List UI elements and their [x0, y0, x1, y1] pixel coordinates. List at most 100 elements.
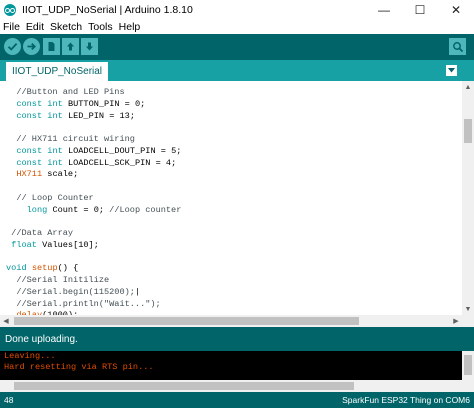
code-line: const int BUTTON_PIN = 0;: [6, 99, 181, 111]
console-line: Leaving...: [4, 351, 56, 361]
code-token: //Loop counter: [109, 204, 182, 215]
code-token: HX711: [16, 169, 43, 180]
scroll-corner: [462, 315, 474, 327]
save-button[interactable]: [81, 38, 98, 55]
scroll-thumb[interactable]: [464, 119, 472, 143]
code-token: const: [16, 110, 43, 121]
close-button[interactable]: ✕: [438, 0, 474, 20]
code-token: int: [47, 110, 63, 121]
new-icon: [48, 42, 55, 51]
code-token: BUTTON_PIN = 0;: [62, 98, 146, 109]
code-line: //Button and LED Pins: [6, 87, 181, 99]
code-token: LOADCELL_SCK_PIN = 4;: [62, 157, 177, 168]
code-token: //Button and LED Pins: [6, 87, 125, 97]
code-token: LED_PIN = 13;: [62, 110, 135, 121]
code-token: () {: [57, 263, 79, 274]
code-token: long: [26, 204, 48, 215]
scroll-thumb[interactable]: [464, 355, 472, 375]
code-line: //Serial Initilize: [6, 275, 181, 287]
code-token: void: [6, 263, 27, 274]
code-token: const: [16, 157, 43, 168]
open-button[interactable]: [62, 38, 79, 55]
toolbar: [0, 34, 474, 60]
arduino-logo-icon: [4, 4, 16, 16]
scroll-up-icon[interactable]: ▲: [462, 81, 474, 93]
code-token: int: [47, 145, 63, 156]
scroll-down-icon[interactable]: ▼: [462, 303, 474, 315]
footer-bar: 48 SparkFun ESP32 Thing on COM6: [0, 392, 474, 408]
code-token: float: [11, 239, 37, 250]
code-token: int: [47, 157, 63, 168]
code-token: //Data Array: [6, 228, 74, 238]
verify-button[interactable]: [4, 38, 21, 55]
code-token: LOADCELL_DOUT_PIN = 5;: [62, 145, 182, 156]
code-token: //Serial.println("Wait...");: [6, 298, 161, 309]
menu-edit[interactable]: Edit: [26, 21, 44, 33]
code-line: //Data Array: [6, 228, 181, 240]
code-token: //Serial Initilize: [6, 275, 110, 285]
menu-help[interactable]: Help: [119, 21, 141, 33]
menu-file[interactable]: File: [3, 21, 20, 33]
code-token: setup: [31, 263, 58, 274]
code-line: float Values[10];: [6, 240, 181, 252]
code-line: const int LOADCELL_DOUT_PIN = 5;: [6, 146, 181, 158]
chevron-down-icon: [448, 68, 455, 73]
window-controls: — ☐ ✕: [366, 0, 474, 20]
code-token: scale;: [42, 169, 79, 180]
code-line: void setup() {: [6, 263, 181, 275]
new-button[interactable]: [43, 38, 60, 55]
code-line: //Serial.println("Wait...");: [6, 299, 181, 311]
scroll-left-icon[interactable]: ◀: [0, 315, 12, 327]
open-icon: [67, 42, 74, 51]
minimize-button[interactable]: —: [366, 0, 402, 20]
tab-sketch[interactable]: IIOT_UDP_NoSerial: [6, 62, 109, 81]
menu-bar: File Edit Sketch Tools Help: [0, 20, 474, 34]
serial-monitor-icon: [452, 41, 463, 52]
code-token: // Loop Counter: [6, 192, 94, 203]
code-line: //Serial.begin(115200);|: [6, 287, 181, 299]
code-line: // HX711 circuit wiring: [6, 134, 181, 146]
code-token: |: [134, 286, 141, 297]
menu-tools[interactable]: Tools: [88, 21, 113, 33]
serial-monitor-button[interactable]: [449, 38, 466, 55]
verify-icon: [7, 42, 18, 51]
console-vertical-scrollbar[interactable]: [462, 351, 474, 380]
console-output[interactable]: Leaving... Hard resetting via RTS pin...: [0, 351, 462, 380]
scroll-right-icon[interactable]: ▶: [450, 315, 462, 327]
code-line: // Loop Counter: [6, 193, 181, 205]
menu-sketch[interactable]: Sketch: [50, 21, 82, 33]
code-token: //Serial.begin(115200);: [6, 286, 135, 297]
code-token: const: [16, 145, 43, 156]
editor-horizontal-scrollbar[interactable]: ◀ ▶: [0, 315, 462, 327]
tab-label: IIOT_UDP_NoSerial: [12, 66, 103, 77]
title-bar: IIOT_UDP_NoSerial | Arduino 1.8.10 — ☐ ✕: [0, 0, 474, 20]
scroll-thumb[interactable]: [14, 382, 354, 390]
upload-button[interactable]: [23, 38, 40, 55]
tab-bar: IIOT_UDP_NoSerial: [0, 60, 474, 81]
editor-vertical-scrollbar[interactable]: ▲ ▼: [462, 81, 474, 315]
code-line: const int LED_PIN = 13;: [6, 111, 181, 123]
status-message: Done uploading.: [5, 333, 78, 345]
code-line: HX711 scale;: [6, 169, 181, 181]
maximize-button[interactable]: ☐: [402, 0, 438, 20]
code-token: const: [16, 98, 43, 109]
code-editor[interactable]: //Button and LED Pins const int BUTTON_P…: [0, 81, 462, 315]
console-line: Hard resetting via RTS pin...: [4, 362, 154, 372]
console-horizontal-scrollbar[interactable]: [0, 380, 474, 392]
code-token: int: [47, 98, 63, 109]
code-token: Values[10];: [36, 239, 99, 250]
tab-menu-button[interactable]: [446, 65, 457, 76]
code-token: Count = 0;: [47, 204, 110, 215]
code-token: // HX711 circuit wiring: [6, 134, 135, 144]
code-line: const int LOADCELL_SCK_PIN = 4;: [6, 158, 181, 170]
scroll-thumb[interactable]: [14, 317, 359, 325]
code-lines: //Button and LED Pins const int BUTTON_P…: [6, 87, 181, 315]
